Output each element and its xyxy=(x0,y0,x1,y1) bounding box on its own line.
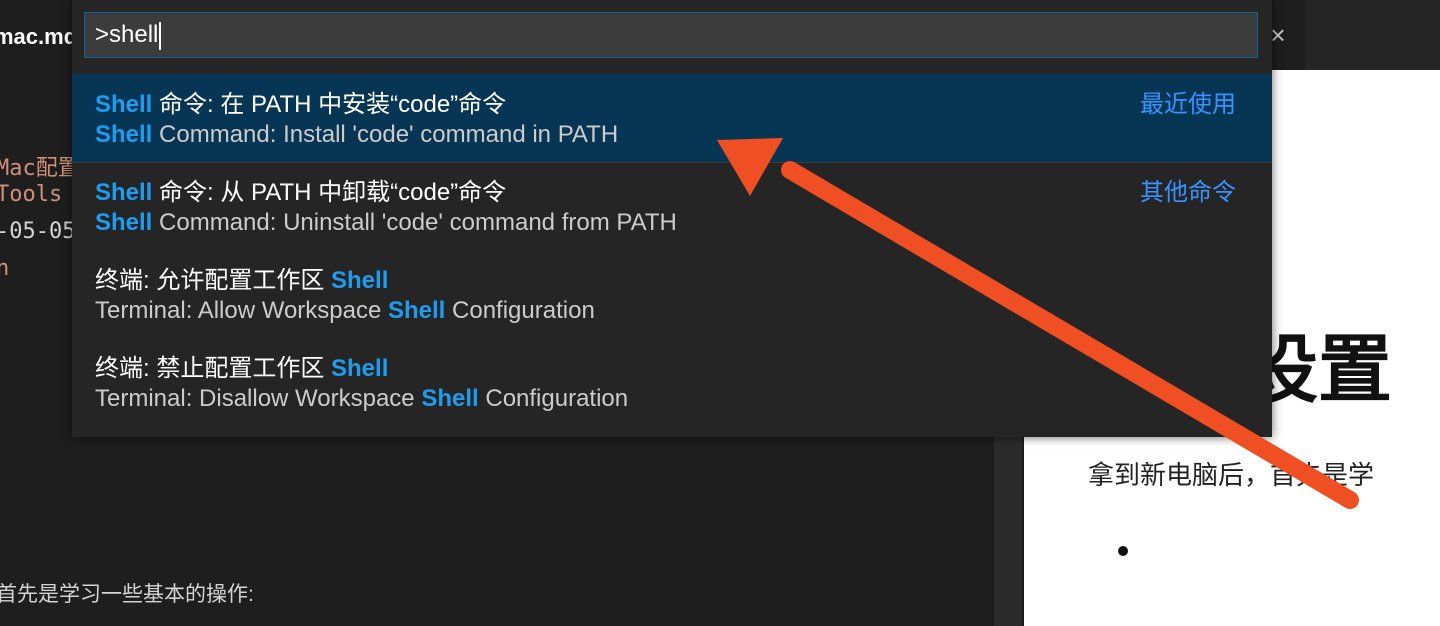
group-separator xyxy=(72,162,1272,163)
other-commands-label: 其他命令 xyxy=(1140,179,1236,206)
command-input[interactable]: >shell xyxy=(84,12,1258,58)
bullet-icon xyxy=(1118,546,1128,556)
code-line: 首先是学习一些基本的操作: xyxy=(0,583,254,606)
command-item-uninstall-code[interactable]: Shell 命令: 从 PATH 中卸载“code”命令 Shell Comma… xyxy=(72,162,1272,250)
command-item-title: Shell 命令: 在 PATH 中安装“code”命令 xyxy=(95,91,507,118)
command-item-title: 终端: 禁止配置工作区 Shell xyxy=(95,355,389,382)
command-item-title: 终端: 允许配置工作区 Shell xyxy=(95,267,389,294)
preview-paragraph: 拿到新电脑后，首先是学 xyxy=(1088,461,1375,491)
code-line: -05-05 xyxy=(0,219,76,244)
text-cursor xyxy=(159,21,162,50)
command-item-install-code[interactable]: Shell 命令: 在 PATH 中安装“code”命令 Shell Comma… xyxy=(72,74,1272,162)
command-item-allow-workspace-shell[interactable]: 终端: 允许配置工作区 Shell Terminal: Allow Worksp… xyxy=(72,250,1272,338)
recently-used-label: 最近使用 xyxy=(1140,91,1236,118)
command-input-value: >shell xyxy=(95,21,159,48)
code-line: Tools xyxy=(0,182,63,207)
command-item-subtitle: Terminal: Allow Workspace Shell Configur… xyxy=(95,297,595,324)
command-palette: >shell Shell 命令: 在 PATH 中安装“code”命令 Shel… xyxy=(72,0,1272,437)
code-line: n xyxy=(0,256,10,281)
tab-title: mac.md xyxy=(0,24,78,49)
code-line: Mac配置 xyxy=(0,156,80,181)
command-item-disallow-workspace-shell[interactable]: 终端: 禁止配置工作区 Shell Terminal: Disallow Wor… xyxy=(72,338,1272,426)
command-item-subtitle: Shell Command: Uninstall 'code' command … xyxy=(95,209,677,236)
command-item-title: Shell 命令: 从 PATH 中卸载“code”命令 xyxy=(95,179,507,206)
command-item-subtitle: Terminal: Disallow Workspace Shell Confi… xyxy=(95,385,629,412)
command-item-subtitle: Shell Command: Install 'code' command in… xyxy=(95,121,619,148)
